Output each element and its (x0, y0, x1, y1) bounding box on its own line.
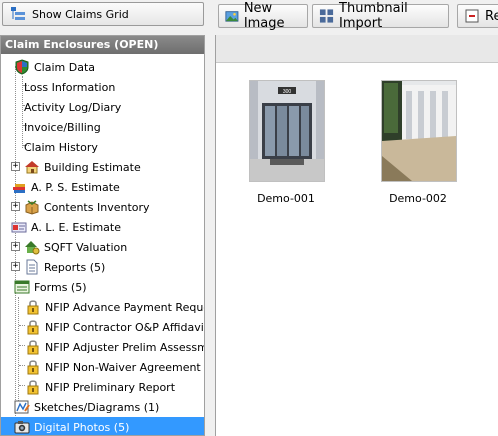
tree-item-nfip-advance-payment[interactable]: NFIP Advance Payment Request (1, 297, 204, 317)
camera-icon (14, 421, 30, 434)
tree-item-label: NFIP Non-Waiver Agreement (45, 360, 201, 374)
tree-item-label: A. L. E. Estimate (31, 220, 121, 234)
photo-image: 300 (250, 81, 324, 181)
remove-image-icon (465, 9, 479, 23)
thumbnail-grid-icon (319, 9, 334, 23)
document-icon (26, 259, 38, 275)
tree-item-label: NFIP Adjuster Prelim Assessment (45, 340, 204, 354)
tree-item-contents-inventory[interactable]: Contents Inventory (1, 197, 204, 217)
tree-item-label: NFIP Contractor O&P Affidavit (45, 320, 205, 334)
partial-toolbar-button[interactable]: Re (457, 4, 498, 28)
new-image-button[interactable]: New Image (218, 1, 308, 31)
photo-label: Demo-001 (257, 192, 315, 205)
house-money-icon (25, 241, 40, 255)
show-claims-grid-label: Show Claims Grid (32, 7, 129, 21)
partial-toolbar-label: Re (485, 8, 498, 24)
tree-item-label: SQFT Valuation (44, 240, 128, 254)
tree-item-label: Digital Photos (5) (34, 420, 130, 434)
tree-item-nfip-adjuster-prelim[interactable]: NFIP Adjuster Prelim Assessment (1, 337, 204, 357)
photo-label: Demo-002 (389, 192, 447, 205)
tree-item-label: Building Estimate (44, 160, 141, 174)
tree-item-claim-data[interactable]: Claim Data (1, 57, 204, 77)
tree-item-forms[interactable]: Forms (5) (1, 277, 204, 297)
tree-item-claim-history[interactable]: Claim History (1, 137, 204, 157)
panel-splitter[interactable] (205, 0, 215, 436)
photo-thumbnail-demo-001[interactable]: 300 (249, 80, 325, 182)
sketch-icon (14, 400, 30, 414)
tree-item-label: Loss Information (24, 80, 116, 94)
tree-item-reports[interactable]: Reports (5) (1, 257, 204, 277)
tree-header: Claim Enclosures (OPEN) (1, 36, 204, 54)
tree-item-aps-estimate[interactable]: A. P. S. Estimate (1, 177, 204, 197)
tree-item-nfip-contractor-affidavit[interactable]: NFIP Contractor O&P Affidavit (1, 317, 204, 337)
books-icon (13, 184, 25, 193)
tree-item-label: Invoice/Billing (24, 120, 101, 134)
shield-icon (15, 59, 29, 75)
tree-item-label: Sketches/Diagrams (1) (34, 400, 160, 414)
thumbnail-import-button[interactable]: Thumbnail Import (312, 1, 449, 31)
tree-item-sqft-valuation[interactable]: SQFT Valuation (1, 237, 204, 257)
lock-icon (27, 300, 39, 315)
lock-icon (27, 380, 39, 395)
tree-item-label: Forms (5) (34, 280, 87, 294)
tree-item-label: NFIP Preliminary Report (45, 380, 176, 394)
tree-item-activity-log[interactable]: Activity Log/Diary (1, 97, 204, 117)
tree-item-label: Claim History (24, 140, 98, 154)
tree-item-digital-photos[interactable]: Digital Photos (5) (1, 417, 204, 435)
gallery-header-strip (216, 35, 498, 63)
photo-image (382, 81, 456, 181)
tree-item-label: Claim Data (34, 60, 96, 74)
tree-item-label: Activity Log/Diary (24, 100, 122, 114)
tree-item-label: NFIP Advance Payment Request (45, 300, 205, 314)
lock-icon (27, 360, 39, 375)
building-number-sign: 300 (283, 89, 292, 95)
tree-item-nfip-preliminary-report[interactable]: NFIP Preliminary Report (1, 377, 204, 397)
show-claims-grid-button[interactable]: Show Claims Grid (2, 2, 204, 26)
lock-icon (27, 340, 39, 355)
tree-item-invoice-billing[interactable]: Invoice/Billing (1, 117, 204, 137)
tree-item-ale-estimate[interactable]: A. L. E. Estimate (1, 217, 204, 237)
tree-item-sketches-diagrams[interactable]: Sketches/Diagrams (1) (1, 397, 204, 417)
tree-item-label: Contents Inventory (44, 200, 150, 214)
tree-item-nfip-non-waiver[interactable]: NFIP Non-Waiver Agreement (1, 357, 204, 377)
claim-enclosures-tree: Claim Enclosures (OPEN) Claim Data Loss … (0, 35, 205, 436)
form-icon (14, 280, 30, 294)
lock-icon (27, 320, 39, 335)
card-icon (11, 222, 27, 233)
thumbnail-import-label: Thumbnail Import (339, 1, 408, 31)
tree-item-building-estimate[interactable]: Building Estimate (1, 157, 204, 177)
photo-thumbnail-demo-002[interactable] (381, 80, 457, 182)
tree-item-loss-information[interactable]: Loss Information (1, 77, 204, 97)
house-icon (25, 161, 39, 174)
new-image-icon (225, 11, 239, 22)
claims-grid-icon (11, 7, 25, 20)
box-icon (25, 200, 39, 215)
new-image-label: New Image (243, 1, 285, 31)
tree-item-label: Reports (5) (44, 260, 106, 274)
tree-item-label: A. P. S. Estimate (31, 180, 120, 194)
